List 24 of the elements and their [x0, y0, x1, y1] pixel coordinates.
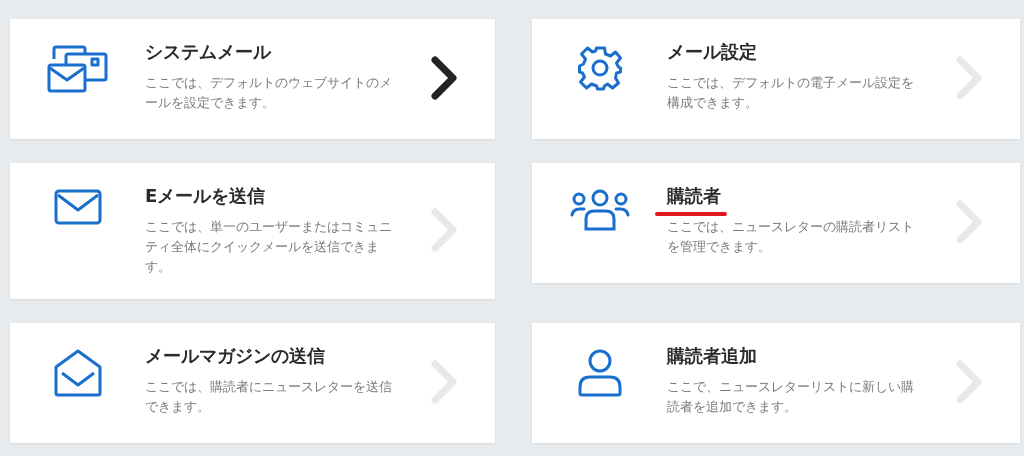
menu-card[interactable]: 購読者 ここでは、ニュースレターの購読者リストを管理できます。 — [532, 163, 1020, 283]
menu-card[interactable]: Eメールを送信 ここでは、単一のユーザーまたはコミュニティ全体にクイックメールを送信できます。 — [10, 163, 495, 299]
user-icon — [577, 349, 622, 397]
card-title: メールマガジンの送信 — [145, 344, 325, 368]
card-title: メール設定 — [667, 40, 757, 64]
card-description: ここでは、ニュースレターの購読者リストを管理できます。 — [667, 218, 915, 256]
mail-stack-icon — [46, 45, 109, 93]
card-title: システムメール — [145, 40, 271, 64]
card-description: ここでは、デフォルトの電子メール設定を構成できます。 — [667, 74, 915, 112]
group-icon — [569, 189, 630, 231]
menu-card[interactable]: メールマガジンの送信 ここでは、購読者にニュースレターを送信できます。 — [10, 323, 495, 443]
card-description: ここで、ニュースレターリストに新しい購読者を追加できます。 — [667, 378, 915, 416]
menu-card[interactable]: メール設定 ここでは、デフォルトの電子メール設定を構成できます。 — [532, 19, 1020, 139]
open-envelope-icon — [53, 349, 102, 397]
envelope-icon — [53, 189, 102, 225]
card-title: 購読者追加 — [667, 344, 757, 368]
card-title: Eメールを送信 — [145, 184, 266, 208]
card-title: 購読者 — [667, 184, 721, 208]
menu-card[interactable]: システムメール ここでは、デフォルトのウェブサイトのメールを設定できます。 — [10, 19, 495, 139]
card-description: ここでは、購読者にニュースレターを送信できます。 — [145, 378, 393, 416]
menu-card[interactable]: 購読者追加 ここで、ニュースレターリストに新しい購読者を追加できます。 — [532, 323, 1020, 443]
card-description: ここでは、デフォルトのウェブサイトのメールを設定できます。 — [145, 74, 393, 112]
card-description: ここでは、単一のユーザーまたはコミュニティ全体にクイックメールを送信できます。 — [145, 218, 393, 276]
settings-icon — [576, 45, 623, 91]
